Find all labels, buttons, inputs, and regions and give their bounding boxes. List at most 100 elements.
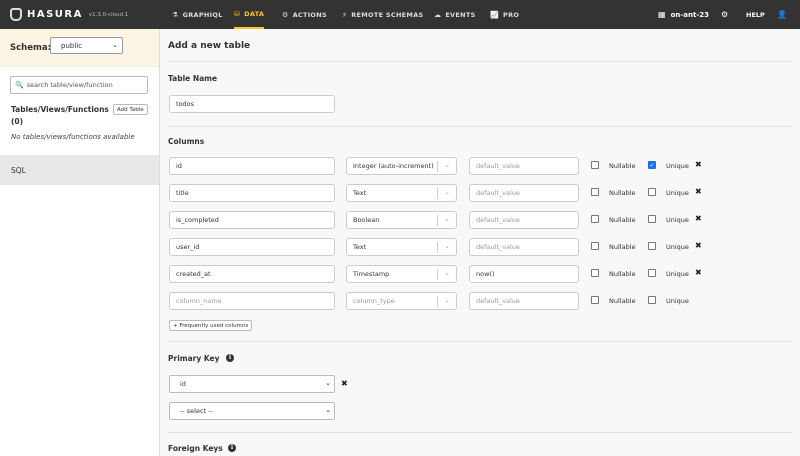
nav-graphiql-label: GRAPHIQL bbox=[182, 10, 223, 19]
settings-button[interactable]: ⚙ bbox=[721, 0, 728, 29]
unique-checkbox[interactable] bbox=[648, 215, 656, 223]
divider bbox=[437, 215, 438, 226]
empty-tables-message: No tables/views/functions available bbox=[11, 133, 135, 141]
help-button[interactable]: HELP bbox=[746, 0, 765, 29]
column-name-input[interactable]: created_at bbox=[169, 265, 335, 283]
column-type-select[interactable]: Text ⌄ bbox=[346, 184, 457, 202]
column-type-value: Integer (auto-increment) bbox=[353, 162, 434, 170]
hasura-logo[interactable]: HASURA v1.3.0-cloud.1 bbox=[0, 0, 160, 29]
frequently-used-columns-button[interactable]: + Frequently used columns bbox=[169, 320, 253, 331]
unique-label: Unique bbox=[666, 216, 689, 224]
chevron-down-icon: ⌄ bbox=[444, 215, 450, 223]
column-type-value: Text bbox=[353, 243, 367, 251]
remove-column-icon[interactable]: ✖ bbox=[695, 241, 702, 250]
chevron-down-icon: ⌄ bbox=[444, 296, 450, 304]
app-name: HASURA bbox=[27, 9, 83, 20]
column-type-select[interactable]: column_type ⌄ bbox=[346, 292, 457, 310]
nullable-checkbox[interactable] bbox=[591, 161, 599, 169]
nullable-checkbox[interactable] bbox=[591, 188, 599, 196]
column-type-placeholder: column_type bbox=[353, 297, 395, 305]
unique-checkbox[interactable] bbox=[648, 296, 656, 304]
nav-data-label: DATA bbox=[244, 9, 265, 18]
column-type-select[interactable]: Boolean ⌄ bbox=[346, 211, 457, 229]
nav-events[interactable]: ☁ EVENTS bbox=[434, 0, 476, 29]
unique-checkbox[interactable]: ✓ bbox=[648, 161, 656, 169]
gear-icon: ⚙ bbox=[721, 10, 729, 19]
default-value-input[interactable]: now() bbox=[469, 265, 579, 283]
column-name-input[interactable]: user_id bbox=[169, 238, 335, 256]
nullable-checkbox[interactable] bbox=[591, 242, 599, 250]
main-content: Add a new table Table Name todos Columns… bbox=[160, 29, 800, 456]
flask-icon: ⚗ bbox=[172, 10, 179, 19]
nullable-label: Nullable bbox=[609, 162, 636, 170]
unique-label: Unique bbox=[666, 189, 689, 197]
schema-label: Schema: bbox=[10, 42, 51, 53]
cloud-icon: ☁ bbox=[434, 10, 442, 19]
column-type-value: Boolean bbox=[353, 216, 380, 224]
table-search-input[interactable]: 🔍 search table/view/function bbox=[10, 76, 148, 94]
column-name-input[interactable]: title bbox=[169, 184, 335, 202]
nav-events-label: EVENTS bbox=[445, 10, 476, 19]
primary-key-select[interactable]: id ⌄ bbox=[169, 375, 335, 393]
unique-label: Unique bbox=[666, 270, 689, 278]
remove-column-icon[interactable]: ✖ bbox=[695, 160, 702, 169]
divider bbox=[437, 161, 438, 172]
remove-column-icon[interactable]: ✖ bbox=[695, 187, 702, 196]
unique-label: Unique bbox=[666, 162, 689, 170]
nullable-checkbox[interactable] bbox=[591, 296, 599, 304]
nav-pro[interactable]: 📈 PRO bbox=[490, 0, 519, 29]
column-name-input[interactable]: id bbox=[169, 157, 335, 175]
primary-key-add-select[interactable]: -- select -- ⌄ bbox=[169, 402, 335, 420]
database-icon: ⛁ bbox=[234, 9, 241, 18]
sidebar-item-sql[interactable]: SQL bbox=[0, 155, 159, 185]
plug-icon: ⚡ bbox=[342, 10, 348, 19]
columns-label: Columns bbox=[168, 137, 205, 146]
tables-heading: Tables/Views/Functions (0) bbox=[11, 105, 109, 126]
column-type-select[interactable]: Timestamp ⌄ bbox=[346, 265, 457, 283]
nav-actions-label: ACTIONS bbox=[292, 10, 327, 19]
default-value-input[interactable]: default_value bbox=[469, 238, 579, 256]
chevron-down-icon: ⌄ bbox=[444, 242, 450, 250]
remove-primary-key-icon[interactable]: ✖ bbox=[341, 379, 348, 388]
default-value-input[interactable]: default_value bbox=[469, 184, 579, 202]
nullable-label: Nullable bbox=[609, 270, 636, 278]
nullable-label: Nullable bbox=[609, 297, 636, 305]
schema-select[interactable]: public ⌄ bbox=[50, 37, 123, 54]
unique-checkbox[interactable] bbox=[648, 242, 656, 250]
app-version: v1.3.0-cloud.1 bbox=[88, 11, 129, 18]
default-value-input[interactable]: default_value bbox=[469, 157, 579, 175]
add-table-button[interactable]: Add Table bbox=[113, 104, 148, 115]
column-type-select[interactable]: Integer (auto-increment) ⌄ bbox=[346, 157, 457, 175]
unique-checkbox[interactable] bbox=[648, 188, 656, 196]
nullable-checkbox[interactable] bbox=[591, 215, 599, 223]
default-value-input[interactable]: default_value bbox=[469, 292, 579, 310]
nav-remote-schemas[interactable]: ⚡ REMOTE SCHEMAS bbox=[342, 0, 424, 29]
hasura-logo-icon bbox=[10, 8, 22, 21]
remove-column-icon[interactable]: ✖ bbox=[695, 214, 702, 223]
user-menu-button[interactable]: 👤 bbox=[777, 0, 787, 29]
divider bbox=[168, 432, 792, 433]
table-name-label: Table Name bbox=[168, 74, 218, 83]
info-icon[interactable]: i bbox=[226, 354, 234, 362]
foreign-keys-label: Foreign Keys bbox=[168, 444, 223, 453]
info-icon[interactable]: i bbox=[228, 444, 236, 452]
schema-select-value: public bbox=[61, 41, 83, 50]
remove-column-icon[interactable]: ✖ bbox=[695, 268, 702, 277]
nav-actions[interactable]: ⚙ ACTIONS bbox=[282, 0, 327, 29]
nav-pro-label: PRO bbox=[503, 10, 520, 19]
chevron-down-icon: ⌄ bbox=[444, 188, 450, 196]
column-type-select[interactable]: Text ⌄ bbox=[346, 238, 457, 256]
unique-checkbox[interactable] bbox=[648, 269, 656, 277]
nav-graphiql[interactable]: ⚗ GRAPHIQL bbox=[172, 0, 223, 29]
calendar-icon: ▦ bbox=[658, 10, 666, 19]
nullable-checkbox[interactable] bbox=[591, 269, 599, 277]
nav-data[interactable]: ⛁ DATA bbox=[234, 0, 265, 29]
column-name-input[interactable]: column_name bbox=[169, 292, 335, 310]
table-name-input[interactable]: todos bbox=[169, 95, 335, 113]
cogs-icon: ⚙ bbox=[282, 10, 289, 19]
project-selector[interactable]: ▦ on-ant-23 bbox=[658, 0, 709, 29]
column-name-input[interactable]: is_completed bbox=[169, 211, 335, 229]
divider bbox=[437, 296, 438, 307]
default-value-input[interactable]: default_value bbox=[469, 211, 579, 229]
chevron-down-icon: ⌄ bbox=[444, 269, 450, 277]
